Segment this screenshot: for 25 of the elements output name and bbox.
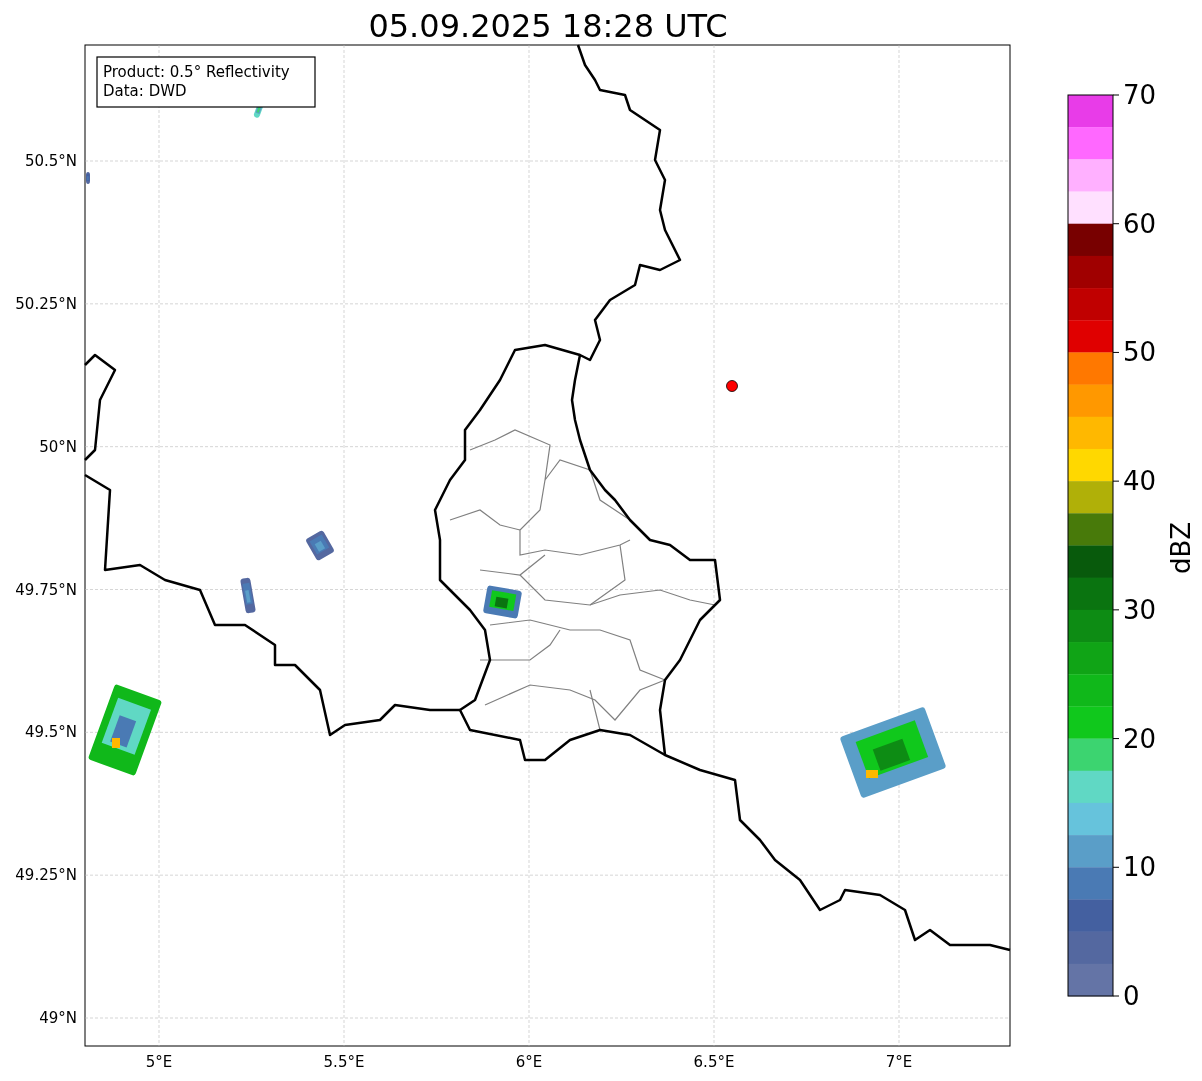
- colorbar-tick-label: 70: [1123, 80, 1157, 110]
- colorbar-tick-label: 20: [1123, 723, 1157, 754]
- x-tick-label: 6.5°E: [693, 1053, 735, 1071]
- y-tick-label: 49°N: [39, 1009, 77, 1027]
- y-tick-label: 49.75°N: [15, 580, 77, 599]
- x-tick-label: 5.5°E: [323, 1053, 365, 1071]
- x-tick-label: 7°E: [885, 1053, 913, 1071]
- colorbar-tick-label: 60: [1123, 208, 1157, 239]
- colorbar-tick-label: 40: [1123, 466, 1157, 497]
- y-tick-label: 50.5°N: [24, 152, 77, 170]
- radar-site-marker: [726, 380, 738, 392]
- y-tick-label: 49.5°N: [24, 723, 77, 742]
- colorbar-label: dBZ: [1166, 521, 1196, 575]
- info-text: Data: DWD: [103, 82, 187, 100]
- colorbar-tick-label: 30: [1123, 594, 1157, 625]
- x-tick-label: 6°E: [515, 1053, 543, 1071]
- info-text: Product: 0.5° Reflectivity: [103, 63, 290, 81]
- colorbar-tick-label: 50: [1123, 337, 1157, 368]
- colorbar-tick-label: 0: [1123, 981, 1140, 1011]
- y-tick-label: 50.25°N: [15, 294, 77, 313]
- y-tick-label: 50°N: [39, 437, 77, 456]
- chart-title: 05.09.2025 18:28 UTC: [368, 7, 728, 45]
- colorbar-tick-label: 10: [1123, 852, 1157, 883]
- x-tick-label: 5°E: [145, 1053, 173, 1071]
- y-tick-label: 49.25°N: [15, 866, 77, 885]
